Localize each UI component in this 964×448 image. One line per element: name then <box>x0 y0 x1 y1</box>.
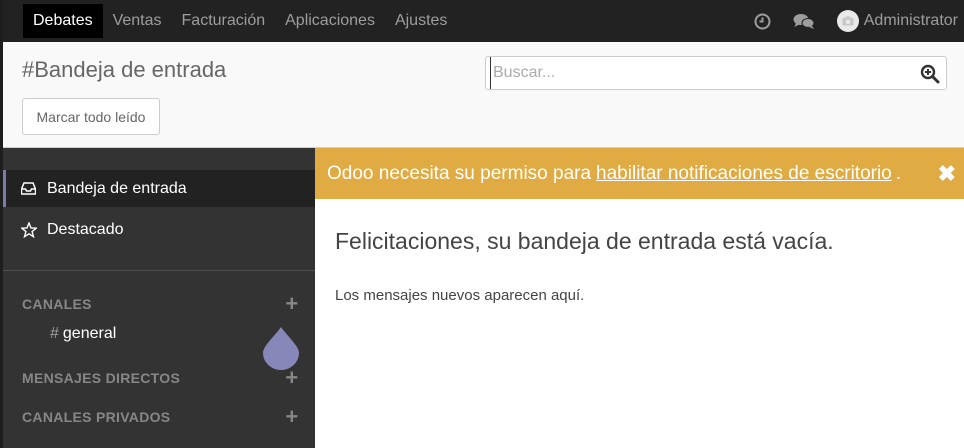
channels-title: CANALES <box>22 296 92 312</box>
user-menu[interactable]: Administrator <box>836 10 958 32</box>
menu-item-debates[interactable]: Debates <box>23 4 103 38</box>
add-channel-button[interactable]: + <box>282 293 302 315</box>
add-direct-message-button[interactable]: + <box>282 367 302 389</box>
page-title: #Bandeja de entrada <box>22 57 227 82</box>
empty-inbox-title: Felicitaciones, su bandeja de entrada es… <box>335 228 834 254</box>
channel-general[interactable]: # general <box>50 323 116 345</box>
direct-messages-header: MENSAJES DIRECTOS + <box>22 367 302 389</box>
clock-icon[interactable] <box>754 13 771 30</box>
sidebar-item-label: Destacado <box>47 220 124 238</box>
close-icon[interactable]: ✖ <box>938 161 956 187</box>
search-input[interactable] <box>490 57 910 89</box>
systray: Administrator <box>754 0 958 42</box>
control-panel: #Bandeja de entrada Marcar todo leído <box>3 42 964 148</box>
main-menu: Debates Ventas Facturación Aplicaciones … <box>23 4 457 38</box>
menu-item-ventas[interactable]: Ventas <box>103 4 172 38</box>
sidebar: Bandeja de entrada Destacado CANALES + #… <box>3 148 315 448</box>
menu-item-facturacion[interactable]: Facturación <box>172 4 276 38</box>
sidebar-divider <box>3 270 315 271</box>
enable-notifications-link[interactable]: habilitar notificaciones de escritorio <box>596 163 892 185</box>
menu-item-aplicaciones[interactable]: Aplicaciones <box>275 4 385 38</box>
inbox-icon <box>21 182 37 195</box>
channel-name: general <box>62 325 117 342</box>
add-private-channel-button[interactable]: + <box>282 406 302 428</box>
notification-banner: Odoo necesita su permiso para habilitar … <box>315 148 964 199</box>
star-icon <box>21 221 37 238</box>
banner-end: . <box>895 162 902 184</box>
banner-text: Odoo necesita su permiso para <box>327 162 592 184</box>
avatar <box>836 10 859 32</box>
sidebar-item-starred[interactable]: Destacado <box>3 211 315 248</box>
search-icon[interactable] <box>920 64 940 89</box>
hash-icon: # <box>50 325 59 342</box>
top-navbar: Debates Ventas Facturación Aplicaciones … <box>3 0 964 42</box>
sidebar-item-label: Bandeja de entrada <box>47 179 187 197</box>
direct-messages-title: MENSAJES DIRECTOS <box>22 370 181 386</box>
empty-inbox-subtitle: Los mensajes nuevos aparecen aquí. <box>335 287 585 304</box>
sidebar-item-inbox[interactable]: Bandeja de entrada <box>3 170 315 207</box>
search-box <box>485 56 947 90</box>
mark-all-read-button[interactable]: Marcar todo leído <box>22 98 160 135</box>
menu-item-ajustes[interactable]: Ajustes <box>385 4 457 38</box>
chat-icon[interactable] <box>793 13 815 30</box>
private-channels-title: CANALES PRIVADOS <box>22 409 171 425</box>
user-name: Administrator <box>863 12 958 29</box>
private-channels-header: CANALES PRIVADOS + <box>22 406 302 428</box>
channels-header: CANALES + <box>22 293 302 315</box>
